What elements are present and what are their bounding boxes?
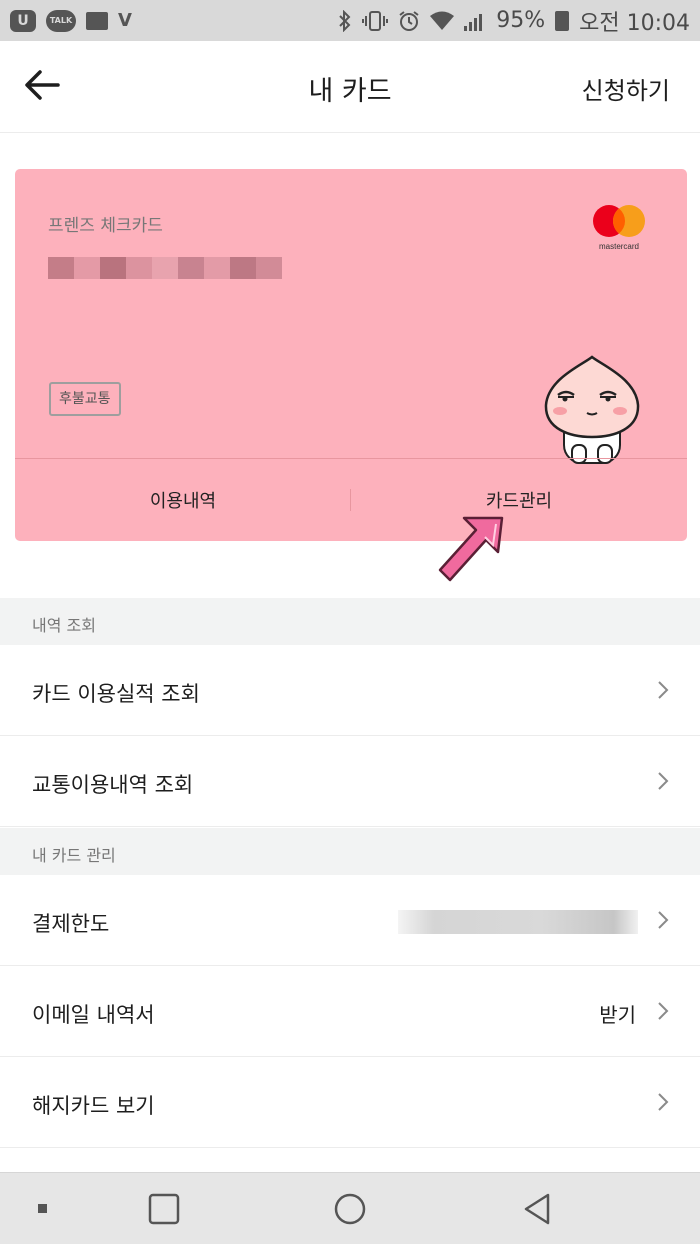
bluetooth-icon	[338, 9, 352, 32]
nav-recents-button[interactable]	[146, 1191, 182, 1227]
battery-percent: 95%	[496, 8, 546, 33]
payment-limit-masked	[398, 910, 638, 934]
list-item-transit-history[interactable]: 교통이용내역 조회	[0, 736, 700, 827]
friends-check-card[interactable]: 프렌즈 체크카드 mastercard 후불교통 이용내역 카드관리	[15, 169, 687, 541]
u-plus-icon: U	[10, 9, 36, 32]
row-label: 카드 이용실적 조회	[32, 682, 200, 706]
triangle-back-icon	[524, 1193, 550, 1225]
apply-button[interactable]: 신청하기	[582, 71, 670, 106]
usage-history-tab[interactable]: 이용내역	[15, 459, 351, 541]
chevron-right-icon	[658, 681, 669, 699]
section-title: 내 카드 관리	[32, 846, 116, 865]
circle-icon	[334, 1193, 366, 1225]
pointer-arrow-icon	[438, 516, 504, 582]
status-bar: U TALK V 95% 오전 10:04	[0, 0, 700, 41]
battery-icon	[555, 10, 570, 31]
wifi-icon	[430, 11, 455, 31]
apeach-character-icon	[544, 355, 640, 464]
nav-menu-button[interactable]	[30, 1191, 66, 1227]
list-item-email-statement[interactable]: 이메일 내역서 받기	[0, 966, 700, 1057]
chevron-right-icon	[658, 772, 669, 790]
card-name: 프렌즈 체크카드	[48, 216, 163, 236]
system-nav-bar	[0, 1172, 700, 1244]
volte-icon: V	[118, 10, 132, 31]
signal-icon	[464, 11, 486, 31]
nav-back-button[interactable]	[520, 1191, 556, 1227]
kakaotalk-icon: TALK	[46, 9, 76, 32]
list-item-cancelled-cards[interactable]: 해지카드 보기	[0, 1057, 700, 1148]
small-square-icon	[38, 1204, 47, 1213]
row-label: 이메일 내역서	[32, 1003, 155, 1027]
app-header: 내 카드 신청하기	[0, 41, 700, 133]
section-title: 내역 조회	[32, 616, 96, 635]
row-label: 교통이용내역 조회	[32, 773, 194, 797]
alarm-icon	[398, 10, 420, 32]
chevron-right-icon	[658, 1093, 669, 1111]
chevron-right-icon	[658, 911, 669, 929]
image-icon	[86, 11, 108, 30]
list-item-card-usage[interactable]: 카드 이용실적 조회	[0, 645, 700, 736]
svg-text:mastercard: mastercard	[599, 242, 639, 251]
square-icon	[148, 1193, 180, 1225]
section-header-card-management: 내 카드 관리	[0, 828, 700, 875]
section-header-history: 내역 조회	[0, 598, 700, 645]
card-management-tab[interactable]: 카드관리	[351, 459, 687, 541]
vibrate-icon	[362, 10, 389, 31]
row-label: 결제한도	[32, 912, 110, 936]
email-statement-value: 받기	[599, 1003, 636, 1027]
chevron-right-icon	[658, 1002, 669, 1020]
card-number-masked	[48, 257, 282, 279]
mastercard-logo-icon: mastercard	[593, 205, 645, 251]
row-label: 해지카드 보기	[32, 1094, 155, 1118]
nav-home-button[interactable]	[332, 1191, 368, 1227]
clock: 오전 10:04	[579, 10, 690, 36]
transit-badge: 후불교통	[49, 382, 121, 416]
